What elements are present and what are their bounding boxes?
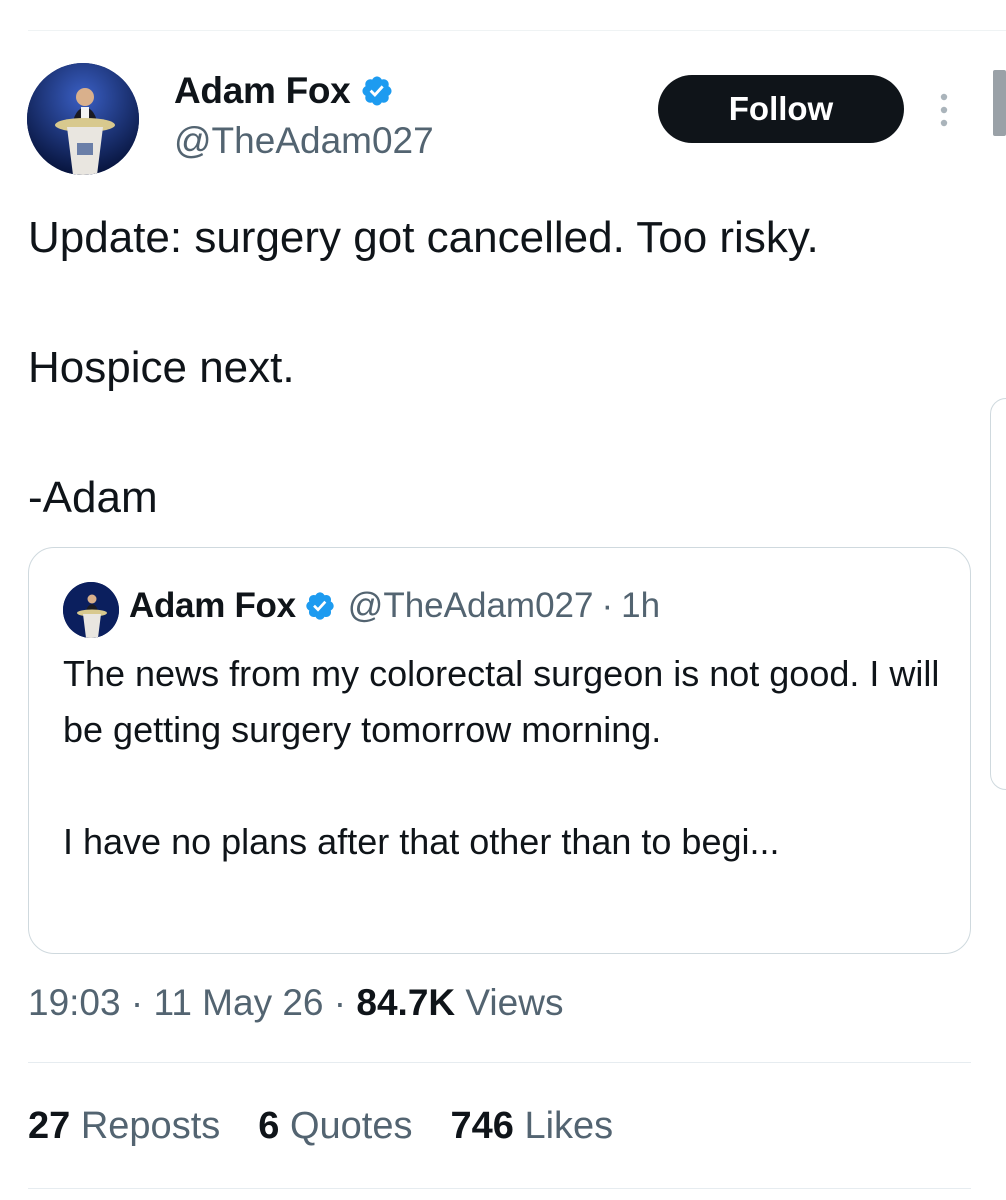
tweet-metadata: 19:03 · 11 May 26 · 84.7K Views <box>28 982 563 1024</box>
views-label: Views <box>465 982 564 1023</box>
side-panel-edge <box>990 398 1006 790</box>
stats-divider-bottom <box>28 1188 971 1189</box>
quotes-label: Quotes <box>289 1105 413 1147</box>
reposts-label: Reposts <box>80 1105 221 1147</box>
reposts-stat[interactable]: 27 Reposts <box>28 1105 220 1148</box>
tweet-paragraph: Hospice next. <box>28 343 295 392</box>
views-count: 84.7K <box>356 982 456 1023</box>
quoted-paragraph: I have no plans after that other than to… <box>63 821 780 862</box>
quoted-tweet-card[interactable]: Adam Fox @TheAdam027 · 1h The news from … <box>28 547 971 954</box>
author-avatar[interactable] <box>27 63 139 175</box>
quoted-paragraph: The news from my colorectal surgeon is n… <box>63 653 940 750</box>
quoted-author-name: Adam Fox <box>129 586 296 625</box>
quotes-count: 6 <box>258 1105 280 1147</box>
quoted-tweet-header: Adam Fox @TheAdam027 · 1h <box>129 586 660 626</box>
follow-button[interactable]: Follow <box>658 75 904 143</box>
quoted-author-avatar <box>63 582 119 638</box>
author-handle[interactable]: @TheAdam027 <box>174 120 434 162</box>
likes-count: 746 <box>450 1105 514 1147</box>
quoted-timestamp: 1h <box>621 586 661 625</box>
stats-divider-top <box>28 1062 971 1063</box>
quoted-tweet-text: The news from my colorectal surgeon is n… <box>63 646 943 870</box>
quoted-separator: · <box>601 586 614 625</box>
tweet-time[interactable]: 19:03 <box>28 982 121 1023</box>
scrollbar-thumb[interactable] <box>993 70 1006 136</box>
engagement-stats: 27 Reposts 6 Quotes 746 Likes <box>28 1105 613 1148</box>
reposts-count: 27 <box>28 1105 71 1147</box>
top-divider <box>28 30 1006 31</box>
likes-label: Likes <box>524 1105 614 1147</box>
author-name-text: Adam Fox <box>174 70 351 111</box>
likes-stat[interactable]: 746 Likes <box>450 1105 613 1148</box>
tweet-paragraph: Update: surgery got cancelled. Too risky… <box>28 213 819 262</box>
author-name[interactable]: Adam Fox <box>174 70 394 112</box>
tweet-date[interactable]: 11 May 26 <box>153 982 323 1023</box>
meta-separator: · <box>130 982 144 1023</box>
quoted-author-handle: @TheAdam027 <box>347 586 594 625</box>
verified-badge-icon <box>306 592 334 620</box>
verified-badge-icon <box>362 76 392 106</box>
more-options-icon[interactable] <box>936 92 952 128</box>
tweet-paragraph: -Adam <box>28 473 158 522</box>
tweet-text: Update: surgery got cancelled. Too risky… <box>28 205 978 530</box>
quotes-stat[interactable]: 6 Quotes <box>258 1105 412 1148</box>
meta-separator: · <box>333 982 347 1023</box>
